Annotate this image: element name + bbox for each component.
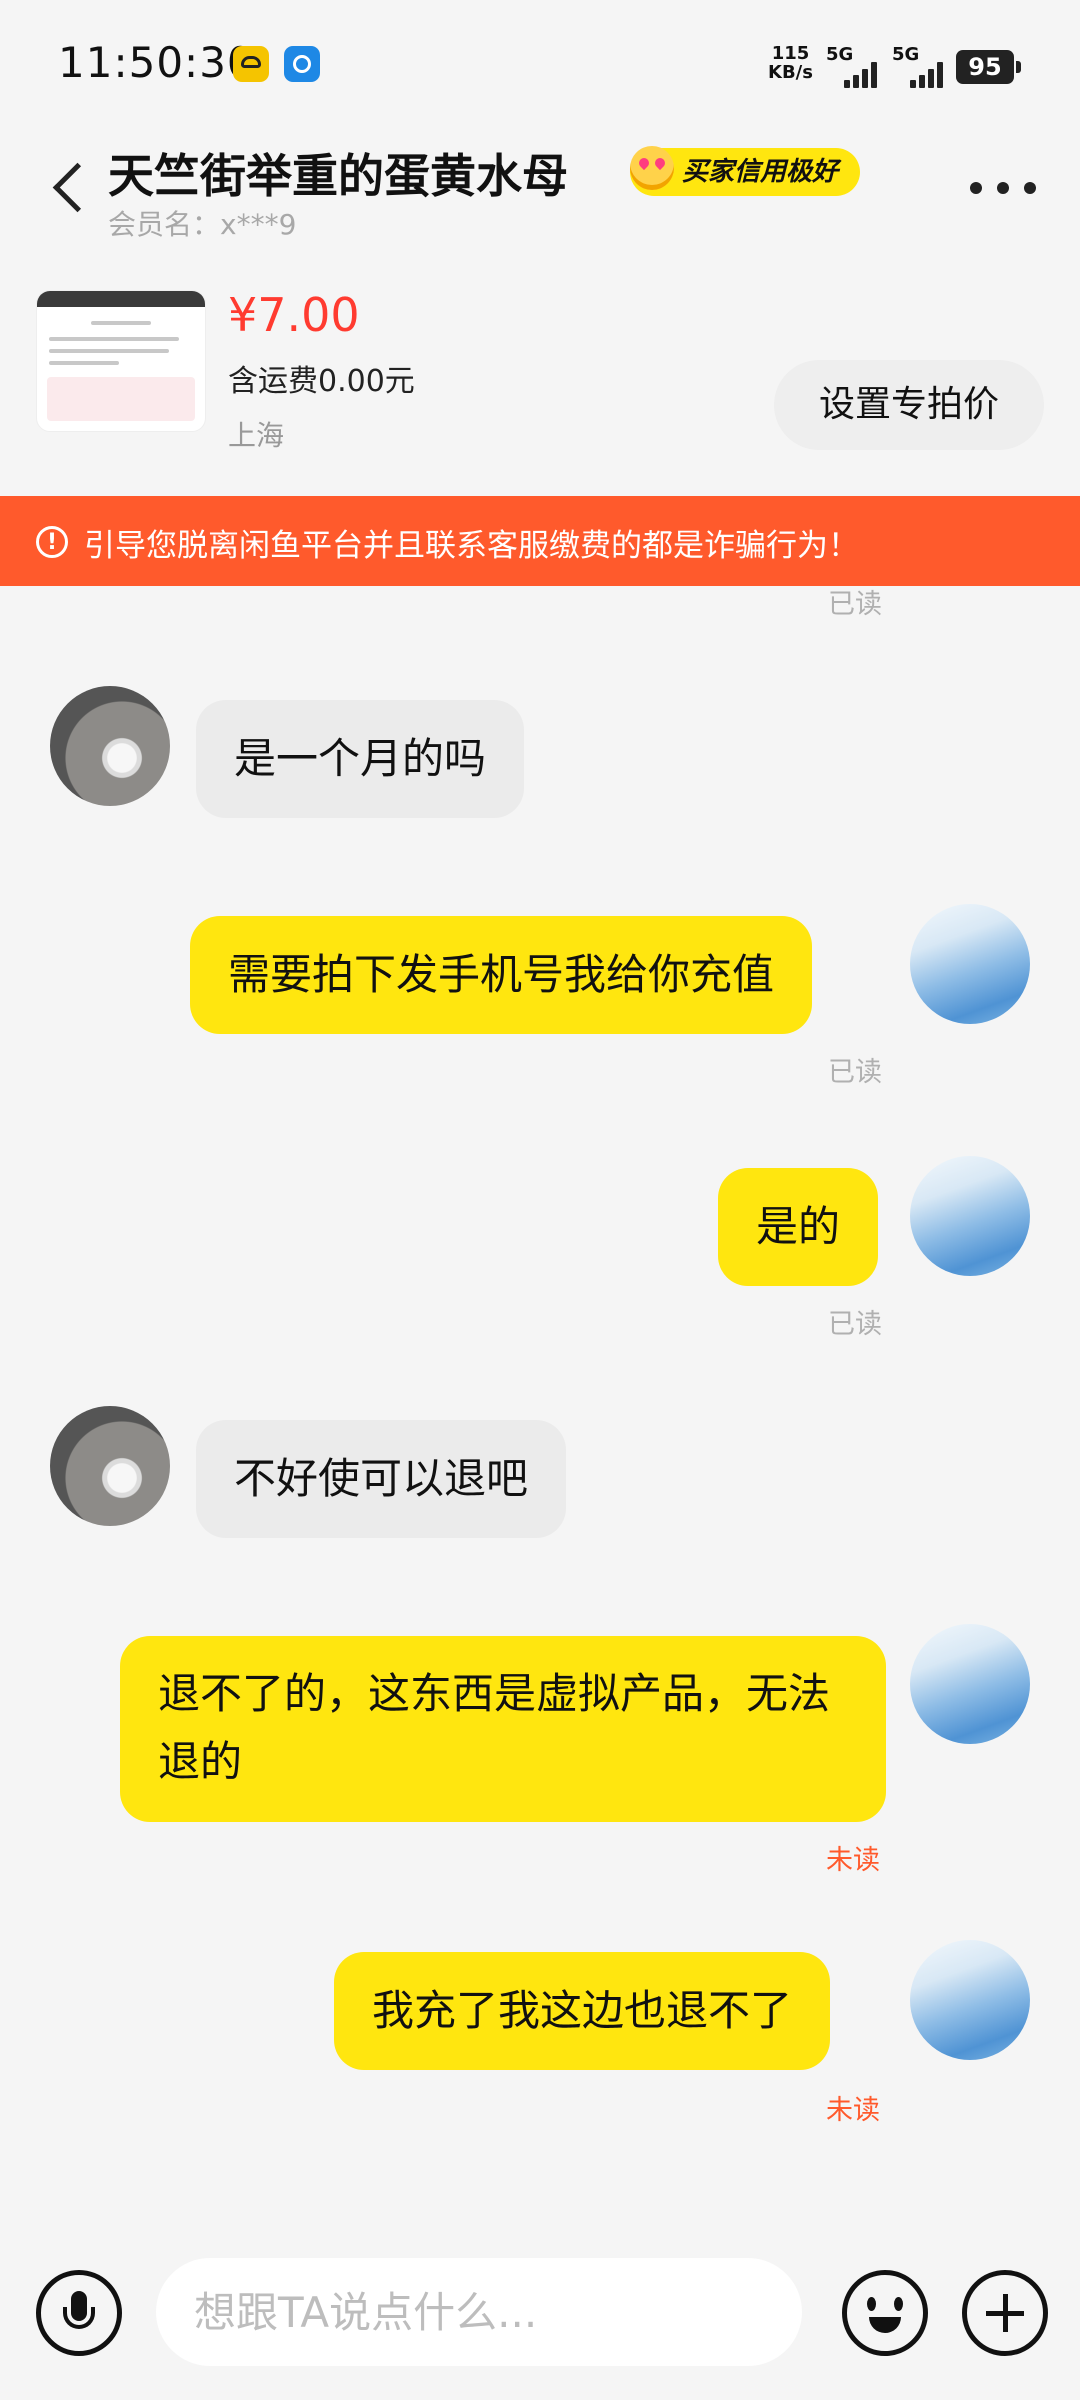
status-time: 11:50:30 bbox=[58, 38, 255, 87]
message-bubble-outgoing[interactable]: 我充了我这边也退不了 bbox=[334, 1952, 831, 2070]
message-bubble-incoming[interactable]: 不好使可以退吧 bbox=[196, 1420, 567, 1538]
message-bubble-incoming[interactable]: 是一个月的吗 bbox=[196, 700, 525, 818]
self-avatar[interactable] bbox=[910, 1624, 1030, 1744]
network-speed: 115 KB/s bbox=[768, 44, 813, 82]
buyer-avatar[interactable] bbox=[50, 686, 170, 806]
warning-text: 引导您脱离闲鱼平台并且联系客服缴费的都是诈骗行为！ bbox=[84, 528, 859, 564]
network-speed-value: 115 bbox=[771, 43, 810, 64]
signal-sim2-icon: 5G bbox=[892, 44, 952, 94]
notification-app-icon-2 bbox=[284, 46, 320, 82]
set-special-price-button[interactable]: 设置专拍价 bbox=[774, 360, 1044, 450]
plus-icon[interactable] bbox=[962, 2270, 1048, 2356]
self-avatar[interactable] bbox=[910, 1940, 1030, 2060]
emoji-icon[interactable] bbox=[842, 2270, 928, 2356]
read-status: 已读 bbox=[828, 589, 882, 620]
warning-icon: ! bbox=[36, 526, 68, 558]
chat-title: 天竺街举重的蛋黄水母 bbox=[108, 149, 568, 203]
message-bubble-outgoing[interactable]: 退不了的，这东西是虚拟产品，无法退的 bbox=[120, 1636, 886, 1822]
unread-status: 未读 bbox=[826, 2095, 880, 2126]
microphone-icon[interactable] bbox=[36, 2270, 122, 2356]
message-bubble-outgoing[interactable]: 是的 bbox=[718, 1168, 879, 1286]
product-price: ¥7.00 bbox=[228, 288, 360, 342]
self-avatar[interactable] bbox=[910, 904, 1030, 1024]
product-thumbnail[interactable] bbox=[36, 290, 206, 432]
back-arrow-icon[interactable] bbox=[48, 158, 98, 218]
member-name: 会员名：x***9 bbox=[108, 208, 297, 241]
product-location: 上海 bbox=[228, 419, 285, 452]
shipping-info: 含运费0.00元 bbox=[228, 364, 415, 399]
self-avatar[interactable] bbox=[910, 1156, 1030, 1276]
battery-indicator: 95 bbox=[956, 50, 1021, 84]
buyer-avatar[interactable] bbox=[50, 1406, 170, 1526]
read-status: 已读 bbox=[828, 1057, 882, 1088]
message-bubble-outgoing[interactable]: 需要拍下发手机号我给你充值 bbox=[190, 916, 813, 1034]
signal-sim1-icon: 5G bbox=[826, 44, 886, 94]
network-speed-unit: KB/s bbox=[768, 62, 813, 83]
message-input[interactable] bbox=[156, 2258, 802, 2366]
read-status: 已读 bbox=[828, 1309, 882, 1340]
more-dots-icon[interactable] bbox=[968, 176, 1038, 200]
heart-eyes-icon bbox=[630, 146, 674, 190]
unread-status: 未读 bbox=[826, 1845, 880, 1876]
notification-app-icon bbox=[233, 46, 269, 82]
